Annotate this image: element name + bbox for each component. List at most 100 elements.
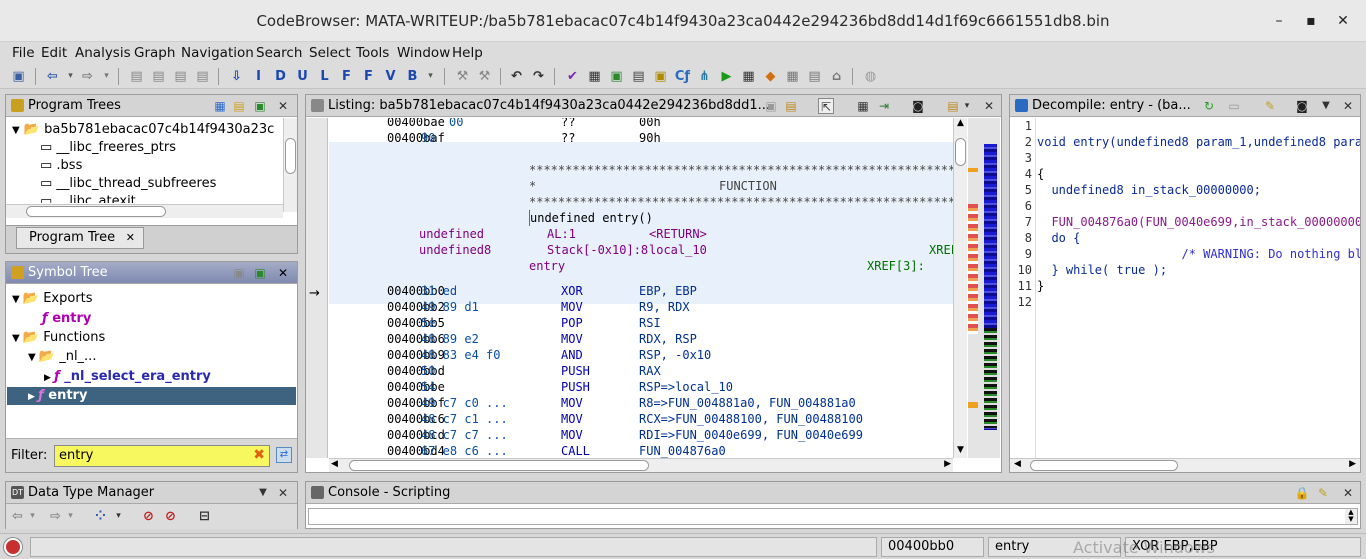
forward-dropdown-icon[interactable]: ▾ — [62, 508, 79, 525]
nav-data-icon[interactable]: ▤ — [128, 68, 145, 85]
listing-hscroll[interactable]: ◀ ▶ — [329, 458, 953, 472]
address[interactable]: 00400baf — [387, 130, 445, 146]
close-panel-icon[interactable]: ✕ — [1340, 485, 1356, 501]
open-tree-icon[interactable]: ▤ — [231, 98, 247, 114]
nav-undef-icon[interactable]: ▤ — [172, 68, 189, 85]
close-panel-icon[interactable]: ✕ — [981, 98, 997, 114]
listing-content[interactable]: 00400bae 00 ?? 00h 00400baf 90 ?? 90h **… — [329, 118, 953, 458]
code-line[interactable]: undefined8 in_stack_00000000; — [1037, 182, 1261, 198]
filter-input[interactable]: entry ✖ — [54, 445, 270, 467]
copy-icon[interactable]: ▭ — [1226, 98, 1242, 114]
scroll-left-icon[interactable]: ◀ — [331, 459, 338, 469]
close-panel-icon[interactable]: ✕ — [275, 265, 291, 281]
copy-icon[interactable]: ▣ — [763, 98, 779, 114]
operand[interactable]: RSP=>local_10 — [639, 379, 733, 395]
menu-navigation[interactable]: Navigation — [181, 45, 254, 61]
memory-map-icon[interactable]: ▣ — [652, 68, 669, 85]
scroll-right-icon[interactable]: ▶ — [1349, 459, 1356, 469]
bytes-viewer-icon[interactable]: ▦ — [586, 68, 603, 85]
address[interactable]: 00400bbe — [387, 379, 445, 395]
program-trees-vscroll[interactable] — [283, 118, 297, 212]
xref-label[interactable]: XREF — [929, 242, 953, 258]
operand[interactable]: RDX, RSP — [639, 331, 697, 347]
edit-signature-icon[interactable]: ✎ — [1262, 98, 1278, 114]
program-trees-hscroll[interactable] — [6, 204, 283, 218]
tree-item[interactable]: ▭ __libc_atexit — [40, 193, 136, 203]
close-panel-icon[interactable]: ✕ — [275, 98, 291, 114]
listing-row[interactable]: 00400bae — [387, 118, 445, 130]
scroll-left-icon[interactable]: ◀ — [1014, 459, 1021, 469]
code-line[interactable]: void entry(undefined8 param_1,undefined8… — [1037, 134, 1360, 150]
code-line[interactable]: /* WARNING: Do nothing blo — [1037, 246, 1360, 262]
scroll-right-icon[interactable]: ▶ — [944, 459, 951, 469]
snapshot-icon[interactable]: ▣ — [252, 265, 268, 281]
listing-dropdown-icon[interactable]: ▾ — [959, 98, 975, 114]
menu-analysis[interactable]: Analysis — [75, 45, 131, 61]
bookmark-dropdown-icon[interactable]: ▾ — [422, 68, 439, 85]
code-line[interactable]: } while( true ); — [1037, 262, 1167, 278]
menu-help[interactable]: Help — [452, 45, 483, 61]
forward-icon[interactable]: ⇨ — [79, 68, 96, 85]
tree-export-entry[interactable]: ƒ entry — [42, 310, 91, 328]
field-edit-icon[interactable]: ▦ — [855, 98, 871, 114]
close-panel-icon[interactable]: ✕ — [1340, 98, 1356, 114]
clear-console-icon[interactable]: ✎ — [1315, 485, 1331, 501]
task-monitor-icon[interactable] — [4, 538, 22, 556]
filter-arrays-icon[interactable]: ⊘ — [140, 508, 157, 525]
close-panel-icon[interactable]: ✕ — [275, 485, 291, 501]
collapse-toggle-icon[interactable]: ▼ — [12, 333, 23, 344]
code-line[interactable]: do { — [1037, 230, 1080, 246]
tree-nl-folder[interactable]: ▼ 📂 _nl_... — [28, 348, 96, 366]
relocations-icon[interactable]: ⌂ — [828, 68, 845, 85]
create-tree-icon[interactable]: ▦ — [212, 98, 228, 114]
operand[interactable]: FUN_004876a0 — [639, 443, 726, 458]
snapshot-camera-icon[interactable]: ◙ — [910, 98, 926, 114]
code-line[interactable]: { — [1037, 166, 1044, 182]
listing-vscroll[interactable]: ▲ ▼ — [953, 118, 967, 458]
code-line[interactable]: } — [1037, 278, 1044, 294]
merge-icon[interactable]: ⚒ — [454, 68, 471, 85]
collapse-toggle-icon[interactable]: ▼ — [12, 294, 23, 305]
menu-file[interactable]: File — [12, 45, 35, 61]
function-graph-icon[interactable]: ▣ — [608, 68, 625, 85]
redo-icon[interactable]: ↷ — [530, 68, 547, 85]
run-script-icon[interactable]: ▶ — [718, 68, 735, 85]
tree-exports[interactable]: ▼ 📂 Exports — [12, 290, 93, 308]
console-input[interactable]: ▲ ▼ — [308, 508, 1358, 525]
tree-nl-select-era-entry[interactable]: ▶ ƒ _nl_select_era_entry — [44, 368, 211, 386]
forward-dropdown-icon[interactable]: ▾ — [98, 68, 115, 85]
operand[interactable]: RSP, -0x10 — [639, 347, 711, 363]
next-arrow-icon[interactable]: ⇩ — [228, 68, 245, 85]
save-icon[interactable]: ▣ — [10, 68, 27, 85]
check-icon[interactable]: ✔ — [564, 68, 581, 85]
back-dropdown-icon[interactable]: ▾ — [24, 508, 41, 525]
next-bookmark-icon[interactable]: B — [404, 68, 421, 85]
filter-pointers-icon[interactable]: ⊘ — [162, 508, 179, 525]
scroll-thumb[interactable] — [349, 460, 649, 471]
symbol-table-icon[interactable]: ◆ — [762, 68, 779, 85]
tree-item[interactable]: ▭ .bss — [40, 157, 82, 175]
expand-toggle-icon[interactable]: ▶ — [28, 392, 38, 402]
close-button[interactable]: ✕ — [1332, 10, 1354, 32]
decompile-hscroll[interactable]: ◀ ▶ — [1010, 458, 1360, 472]
tree-item[interactable]: ▭ __libc_freeres_ptrs — [40, 139, 176, 157]
next-different-value-icon[interactable]: V — [382, 68, 399, 85]
next-label-icon[interactable]: L — [316, 68, 333, 85]
next-instruction-icon[interactable]: I — [250, 68, 267, 85]
clear-filter-icon[interactable]: ✖ — [253, 447, 265, 463]
scroll-thumb[interactable] — [955, 138, 966, 166]
checkin-icon[interactable]: ⚒ — [476, 68, 493, 85]
archive-dropdown-icon[interactable]: ▾ — [110, 508, 127, 525]
expand-toggle-icon[interactable]: ▶ — [44, 373, 54, 383]
next-data-icon[interactable]: D — [272, 68, 289, 85]
address[interactable]: 00400bbd — [387, 363, 445, 379]
overview-bars[interactable] — [968, 118, 1000, 458]
undo-icon[interactable]: ↶ — [508, 68, 525, 85]
nav-instr-icon[interactable]: ▤ — [150, 68, 167, 85]
paste-icon[interactable]: ▤ — [783, 98, 799, 114]
address[interactable]: 00400bb5 — [387, 315, 445, 331]
operand[interactable]: RAX — [639, 363, 661, 379]
scroll-thumb[interactable] — [285, 138, 296, 174]
function-call-tree-icon[interactable]: ⋔ — [696, 68, 713, 85]
archive-icon[interactable]: ⁘ — [92, 508, 109, 525]
